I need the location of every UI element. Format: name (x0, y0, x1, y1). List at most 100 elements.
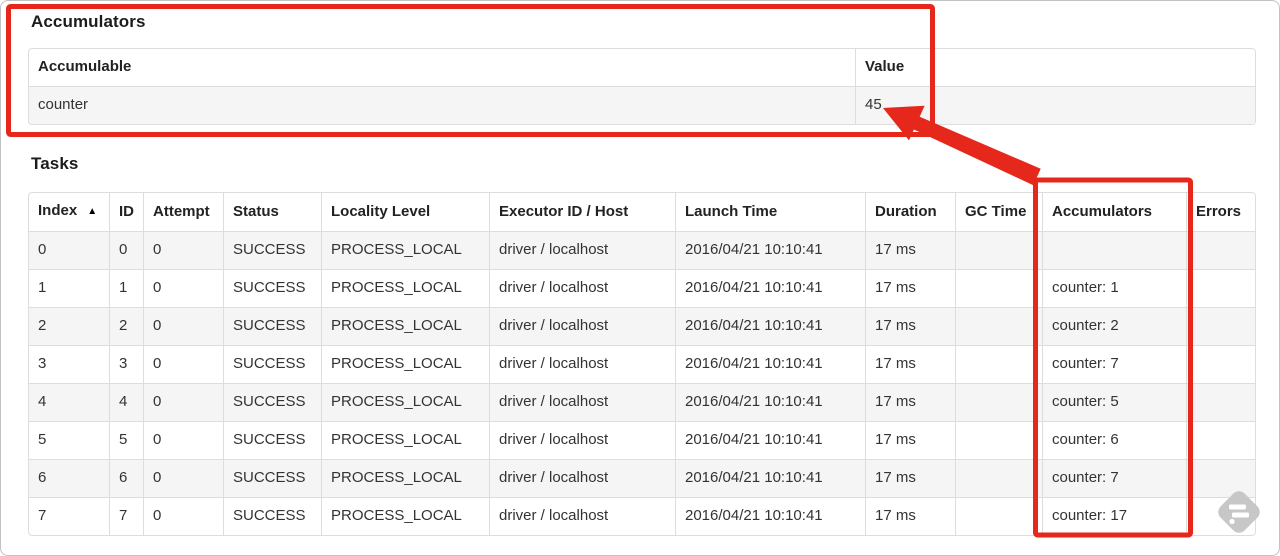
table-cell: 17 ms (865, 383, 955, 421)
table-cell: 17 ms (865, 307, 955, 345)
table-cell: 0 (143, 459, 223, 497)
table-cell (1186, 307, 1255, 345)
table-cell: 2016/04/21 10:10:41 (675, 231, 865, 269)
table-row: counter 45 (29, 86, 1255, 124)
table-cell: PROCESS_LOCAL (321, 231, 489, 269)
column-header[interactable]: Duration (865, 193, 955, 231)
table-cell: 0 (109, 231, 143, 269)
table-cell (1186, 383, 1255, 421)
table-cell: 17 ms (865, 269, 955, 307)
table-cell: 0 (143, 497, 223, 535)
table-cell: 17 ms (865, 345, 955, 383)
table-cell: 2016/04/21 10:10:41 (675, 497, 865, 535)
column-header[interactable]: Index ▲ (29, 193, 109, 231)
table-cell: PROCESS_LOCAL (321, 497, 489, 535)
table-cell: 1 (29, 269, 109, 307)
table-cell (955, 383, 1042, 421)
table-cell: SUCCESS (223, 421, 321, 459)
table-cell: SUCCESS (223, 231, 321, 269)
table-row: 1 1 0 SUCCESS PROCESS_LOCAL driver / localhos… (29, 269, 1255, 307)
column-header[interactable]: ID (109, 193, 143, 231)
column-header: Value (855, 49, 1255, 86)
table-cell: 0 (143, 383, 223, 421)
table-cell: PROCESS_LOCAL (321, 307, 489, 345)
table-row: 7 7 0 SUCCESS PROCESS_LOCAL driver / localhos… (29, 497, 1255, 535)
table-cell (1042, 231, 1186, 269)
tasks-table: Index ▲ ID Attempt Status Locality Level Execu… (28, 192, 1256, 536)
table-cell: PROCESS_LOCAL (321, 459, 489, 497)
table-cell: 2 (109, 307, 143, 345)
table-cell: 7 (109, 497, 143, 535)
table-cell: counter: 17 (1042, 497, 1186, 535)
table-cell: driver / localhost (489, 231, 675, 269)
table-cell: SUCCESS (223, 497, 321, 535)
column-header[interactable]: Locality Level (321, 193, 489, 231)
table-cell: 5 (109, 421, 143, 459)
table-cell: 5 (29, 421, 109, 459)
table-cell: 17 ms (865, 497, 955, 535)
table-cell: 17 ms (865, 231, 955, 269)
table-cell: SUCCESS (223, 459, 321, 497)
table-row: 4 4 0 SUCCESS PROCESS_LOCAL driver / localhos… (29, 383, 1255, 421)
table-cell: 0 (29, 231, 109, 269)
column-header[interactable]: Executor ID / Host (489, 193, 675, 231)
table-cell: counter: 6 (1042, 421, 1186, 459)
table-row: 3 3 0 SUCCESS PROCESS_LOCAL driver / localhos… (29, 345, 1255, 383)
table-row: 5 5 0 SUCCESS PROCESS_LOCAL driver / localhos… (29, 421, 1255, 459)
table-cell: driver / localhost (489, 421, 675, 459)
table-cell: 17 ms (865, 459, 955, 497)
table-cell (955, 269, 1042, 307)
table-cell: driver / localhost (489, 497, 675, 535)
table-cell: driver / localhost (489, 307, 675, 345)
table-cell (955, 459, 1042, 497)
table-cell (955, 307, 1042, 345)
accumulators-header-row: Accumulable Value (29, 49, 1255, 86)
table-cell: driver / localhost (489, 269, 675, 307)
table-cell: 2016/04/21 10:10:41 (675, 269, 865, 307)
column-header[interactable]: Errors (1186, 193, 1255, 231)
table-cell (1186, 345, 1255, 383)
table-cell: counter: 7 (1042, 345, 1186, 383)
accumulators-section-title: Accumulators (31, 12, 146, 31)
table-cell: 0 (143, 421, 223, 459)
table-cell: 2 (29, 307, 109, 345)
table-cell: driver / localhost (489, 383, 675, 421)
table-cell: 0 (143, 307, 223, 345)
column-header[interactable]: GC Time (955, 193, 1042, 231)
table-row: 2 2 0 SUCCESS PROCESS_LOCAL driver / localhos… (29, 307, 1255, 345)
column-header[interactable]: Accumulators (1042, 193, 1186, 231)
table-cell (1186, 459, 1255, 497)
table-cell: 0 (143, 345, 223, 383)
table-cell: SUCCESS (223, 345, 321, 383)
table-cell: 2016/04/21 10:10:41 (675, 307, 865, 345)
column-header: Accumulable (38, 58, 132, 75)
sort-asc-icon: ▲ (87, 206, 98, 217)
table-cell: 3 (109, 345, 143, 383)
table-cell (1186, 269, 1255, 307)
tasks-header-row: Index ▲ ID Attempt Status Locality Level Execu… (29, 193, 1255, 231)
table-cell: 6 (109, 459, 143, 497)
accumulators-table-body: counter 45 (29, 86, 1255, 124)
table-cell: 0 (143, 269, 223, 307)
table-cell (955, 421, 1042, 459)
table-cell: 7 (29, 497, 109, 535)
table-cell: counter (29, 86, 855, 124)
table-row: 6 6 0 SUCCESS PROCESS_LOCAL driver / localhos… (29, 459, 1255, 497)
table-cell: 2016/04/21 10:10:41 (675, 345, 865, 383)
table-cell: 0 (143, 231, 223, 269)
table-cell: 4 (109, 383, 143, 421)
tasks-section-title: Tasks (31, 154, 79, 173)
table-row: 0 0 0 SUCCESS PROCESS_LOCAL driver / localhos… (29, 231, 1255, 269)
spark-ui-page: Accumulators Accumulable Value counter 45 … (0, 0, 1280, 556)
column-header[interactable]: Status (223, 193, 321, 231)
column-header[interactable]: Launch Time (675, 193, 865, 231)
table-cell: 3 (29, 345, 109, 383)
table-cell: driver / localhost (489, 459, 675, 497)
table-cell: counter: 2 (1042, 307, 1186, 345)
table-cell: PROCESS_LOCAL (321, 421, 489, 459)
table-cell (1186, 421, 1255, 459)
table-cell: 6 (29, 459, 109, 497)
table-cell: counter: 5 (1042, 383, 1186, 421)
tasks-table-body: 0 0 0 SUCCESS PROCESS_LOCAL driver / localhos… (29, 231, 1255, 535)
column-header[interactable]: Attempt (143, 193, 223, 231)
